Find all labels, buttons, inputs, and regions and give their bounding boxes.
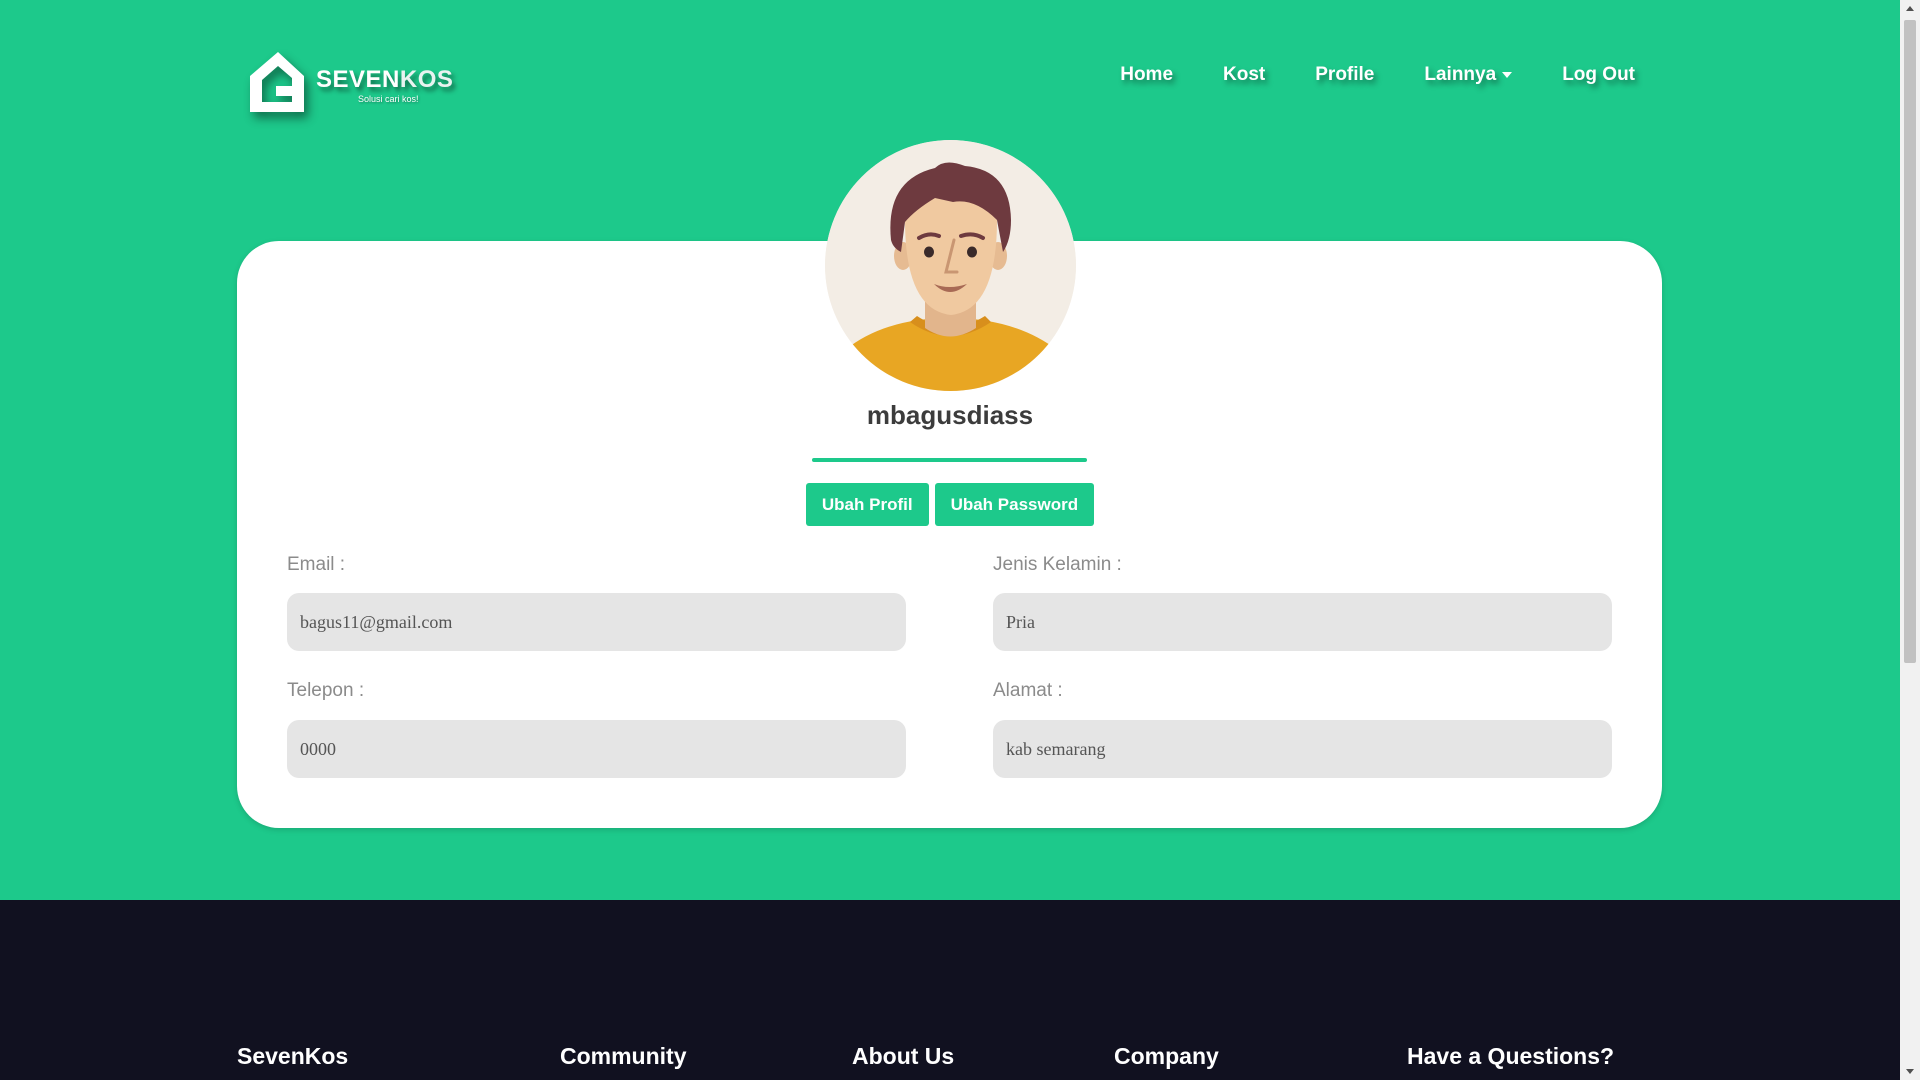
brand-logo[interactable]: SEVENKOS Solusi cari kos! — [246, 48, 456, 120]
nav-logout[interactable]: Log Out — [1562, 64, 1635, 86]
phone-label: Telepon : — [287, 680, 365, 701]
phone-field[interactable]: 0000 — [287, 720, 906, 778]
email-label: Email : — [287, 554, 346, 575]
user-avatar-icon — [825, 140, 1076, 391]
footer-heading-about-us: About Us — [852, 1043, 955, 1069]
page: SEVENKOS Solusi cari kos! Home Kost Prof… — [0, 0, 1900, 1080]
nav-home[interactable]: Home — [1120, 64, 1173, 86]
nav-lainnya-label: Lainnya — [1424, 64, 1497, 85]
change-password-button[interactable]: Ubah Password — [934, 483, 1095, 526]
nav-profile[interactable]: Profile — [1315, 64, 1374, 86]
scroll-up-icon[interactable] — [1906, 6, 1914, 11]
address-label: Alamat : — [993, 680, 1063, 701]
email-field[interactable]: bagus11@gmail.com — [287, 593, 906, 651]
brand-name: SEVENKOS — [316, 66, 454, 93]
vertical-scrollbar[interactable] — [1900, 0, 1920, 1080]
footer-heading-sevenkos: SevenKos — [237, 1043, 349, 1069]
profile-username: mbagusdiass — [866, 400, 1034, 430]
house-logo-icon — [250, 52, 304, 112]
scroll-down-icon[interactable] — [1906, 1069, 1914, 1074]
gender-label: Jenis Kelamin : — [993, 554, 1122, 575]
scroll-thumb[interactable] — [1904, 20, 1916, 663]
profile-actions: Ubah Profil Ubah Password — [0, 483, 1900, 526]
footer-heading-company: Company — [1114, 1043, 1219, 1069]
username-divider — [812, 458, 1087, 462]
caret-down-icon — [1502, 72, 1513, 78]
brand-tagline: Solusi cari kos! — [358, 94, 419, 104]
nav-lainnya-dropdown[interactable]: Lainnya — [1424, 64, 1513, 86]
edit-profile-button[interactable]: Ubah Profil — [805, 483, 929, 526]
hero-section: SEVENKOS Solusi cari kos! Home Kost Prof… — [0, 0, 1900, 900]
footer-heading-community: Community — [560, 1043, 687, 1069]
site-footer: SevenKos Community About Us Company Have… — [0, 900, 1900, 1080]
avatar — [825, 140, 1076, 391]
footer-heading-questions: Have a Questions? — [1407, 1043, 1615, 1069]
main-nav: Home Kost Profile Lainnya Log Out — [1070, 64, 1635, 86]
gender-field[interactable]: Pria — [993, 593, 1612, 651]
nav-kost[interactable]: Kost — [1223, 64, 1265, 86]
address-field[interactable]: kab semarang — [993, 720, 1612, 778]
